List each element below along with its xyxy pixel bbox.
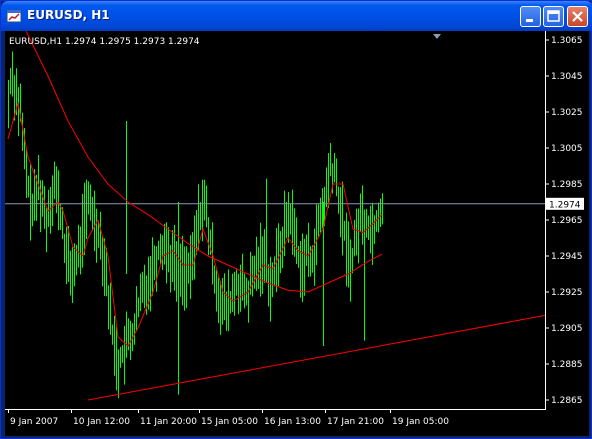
price-chart[interactable]: 1.3065 1.3045 1.3025 1.3005 1.2985 1.2965 1.29… bbox=[5, 31, 589, 436]
chart-window: EURUSD, H1 1.3065 1.3045 1.3025 1.3005 1.298… bbox=[0, 0, 592, 439]
price-tick-label: 1.3025 bbox=[551, 108, 583, 118]
chart-area[interactable]: 1.3065 1.3045 1.3025 1.3005 1.2985 1.2965 1.29… bbox=[5, 31, 589, 436]
close-button[interactable] bbox=[567, 6, 588, 27]
price-tick-label: 1.2865 bbox=[551, 396, 583, 406]
price-tick-label: 1.3005 bbox=[551, 144, 583, 154]
time-tick-label: 9 Jan 2007 bbox=[10, 417, 58, 427]
window-title: EURUSD, H1 bbox=[27, 8, 110, 22]
minimize-icon bbox=[526, 19, 533, 22]
price-tick-label: 1.2885 bbox=[551, 360, 583, 370]
price-bars bbox=[8, 51, 383, 399]
price-tick-label: 1.2905 bbox=[551, 324, 583, 334]
time-tick-label: 11 Jan 20:00 bbox=[140, 417, 197, 427]
price-tick-label: 1.2985 bbox=[551, 180, 583, 190]
price-tick-label: 1.2945 bbox=[551, 252, 583, 262]
title-bar[interactable]: EURUSD, H1 bbox=[1, 1, 592, 31]
time-tick-label: 16 Jan 13:00 bbox=[264, 417, 321, 427]
maximize-icon bbox=[547, 10, 560, 22]
chart-app-icon bbox=[6, 9, 22, 23]
price-tick-label: 1.3065 bbox=[551, 36, 583, 46]
close-icon bbox=[572, 11, 583, 22]
minimize-button[interactable] bbox=[520, 6, 541, 27]
support-trendline[interactable] bbox=[87, 314, 546, 401]
time-tick-label: 10 Jan 12:00 bbox=[73, 417, 130, 427]
price-tick-label: 1.2925 bbox=[551, 288, 583, 298]
time-tick-label: 19 Jan 05:00 bbox=[392, 417, 449, 427]
time-tick-label: 15 Jan 05:00 bbox=[201, 417, 258, 427]
chart-shift-marker[interactable] bbox=[433, 34, 441, 39]
symbol-info: EURUSD,H1 1.2974 1.2975 1.2973 1.2974 bbox=[9, 37, 200, 47]
maximize-button[interactable] bbox=[543, 6, 564, 27]
time-tick-label: 17 Jan 21:00 bbox=[327, 417, 384, 427]
price-tick-label: 1.2965 bbox=[551, 216, 583, 226]
price-tick-label: 1.3045 bbox=[551, 72, 583, 82]
current-price-label: 1.2974 bbox=[549, 200, 581, 210]
